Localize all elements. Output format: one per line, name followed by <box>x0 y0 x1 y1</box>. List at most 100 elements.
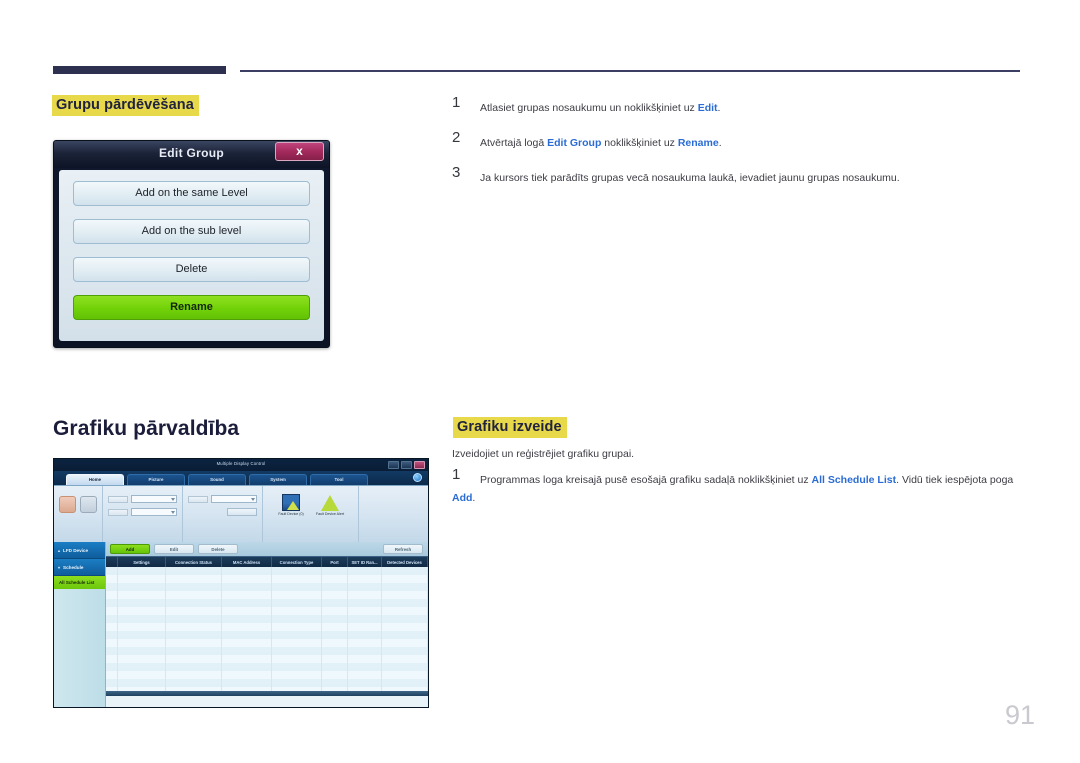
delete-button[interactable]: Delete <box>73 257 310 282</box>
tab-system[interactable]: System <box>249 474 307 485</box>
step-text: Programmas loga kreisajā pusē esošajā gr… <box>452 474 1014 504</box>
grid-column-header[interactable]: SET ID Ran... <box>348 557 382 567</box>
table-cell <box>118 679 166 687</box>
window-controls <box>388 461 425 469</box>
grid-column-header[interactable] <box>106 557 118 567</box>
grid-column-header[interactable]: MAC Address <box>222 557 272 567</box>
tab-home[interactable]: Home <box>66 474 124 485</box>
table-cell <box>382 679 428 687</box>
minimize-icon[interactable] <box>388 461 399 469</box>
table-cell <box>348 583 382 591</box>
ribbon-group-power <box>54 486 103 542</box>
table-cell <box>118 639 166 647</box>
help-icon[interactable] <box>413 473 422 482</box>
table-cell <box>382 623 428 631</box>
fault-device-item[interactable]: Fault Device (0) <box>274 493 308 517</box>
steps-rename-list: 1 Atlasiet grupas nosaukumu un noklikšķi… <box>452 94 1027 203</box>
table-cell <box>118 631 166 639</box>
table-row[interactable] <box>106 583 428 591</box>
table-row[interactable] <box>106 607 428 615</box>
table-row[interactable] <box>106 631 428 639</box>
table-row[interactable] <box>106 655 428 663</box>
grid-column-header[interactable]: Detected Devices <box>382 557 428 567</box>
sidebar-item-lfd-device[interactable]: ▴ LFD Device <box>54 542 105 559</box>
table-row[interactable] <box>106 575 428 583</box>
table-row[interactable] <box>106 567 428 575</box>
table-cell <box>382 671 428 679</box>
input-select[interactable] <box>131 495 177 503</box>
table-cell <box>382 631 428 639</box>
table-row[interactable] <box>106 599 428 607</box>
sidebar-item-all-schedule-list[interactable]: All Schedule List <box>54 576 105 589</box>
table-cell <box>322 655 348 663</box>
tab-picture[interactable]: Picture <box>127 474 185 485</box>
header-rule-thin <box>240 70 1020 72</box>
step-item: 1 Programmas loga kreisajā pusē esošajā … <box>452 466 1027 506</box>
table-cell <box>348 679 382 687</box>
add-sub-level-button[interactable]: Add on the sub level <box>73 219 310 244</box>
close-icon[interactable] <box>414 461 425 469</box>
table-cell <box>348 671 382 679</box>
power-on-icon[interactable] <box>59 496 76 513</box>
chevron-down-icon: ▾ <box>58 564 61 570</box>
table-cell <box>118 575 166 583</box>
table-cell <box>382 583 428 591</box>
table-cell <box>222 647 272 655</box>
channel-select[interactable] <box>131 508 177 516</box>
rename-button[interactable]: Rename <box>73 295 310 320</box>
table-cell <box>322 567 348 575</box>
table-cell <box>106 599 118 607</box>
sidebar-item-schedule[interactable]: ▾ Schedule <box>54 559 105 576</box>
volume-select[interactable] <box>211 495 257 503</box>
chevron-up-icon: ▴ <box>58 547 61 553</box>
table-cell <box>166 671 222 679</box>
table-cell <box>166 567 222 575</box>
grid-column-header[interactable]: Connection Status <box>166 557 222 567</box>
grid-column-header[interactable]: Settings <box>118 557 166 567</box>
refresh-button[interactable]: Refresh <box>383 544 423 554</box>
close-icon[interactable]: x <box>275 142 324 161</box>
table-row[interactable] <box>106 623 428 631</box>
table-cell <box>166 623 222 631</box>
ribbon-group-volume <box>183 486 263 542</box>
table-cell <box>222 623 272 631</box>
table-row[interactable] <box>106 615 428 623</box>
table-cell <box>272 647 322 655</box>
heading-grafiku-izveide: Grafiku izveide <box>453 417 567 438</box>
table-cell <box>322 615 348 623</box>
table-row[interactable] <box>106 639 428 647</box>
power-off-icon[interactable] <box>80 496 97 513</box>
table-row[interactable] <box>106 679 428 687</box>
tab-sound[interactable]: Sound <box>188 474 246 485</box>
app-main-area: ▴ LFD Device ▾ Schedule All Schedule Lis… <box>54 542 428 707</box>
sidebar-item-label: LFD Device <box>63 547 89 553</box>
table-cell <box>348 607 382 615</box>
grid-column-header[interactable]: Connection Type <box>272 557 322 567</box>
table-cell <box>348 591 382 599</box>
table-cell <box>118 567 166 575</box>
step-text: Atlasiet grupas nosaukumu un noklikšķini… <box>480 102 721 114</box>
mute-button[interactable] <box>227 508 257 516</box>
table-cell <box>222 607 272 615</box>
fault-device-alert-item[interactable]: Fault Device Alert <box>313 493 347 517</box>
table-row[interactable] <box>106 663 428 671</box>
edit-button[interactable]: Edit <box>154 544 194 554</box>
table-row[interactable] <box>106 591 428 599</box>
maximize-icon[interactable] <box>401 461 412 469</box>
tab-tool[interactable]: Tool <box>310 474 368 485</box>
app-content: Add Edit Delete Refresh Settings Connecti… <box>106 542 428 707</box>
table-cell <box>272 663 322 671</box>
header-rule-thick <box>53 66 226 74</box>
table-cell <box>382 567 428 575</box>
delete-button[interactable]: Delete <box>198 544 238 554</box>
grid-column-header[interactable]: Port <box>322 557 348 567</box>
table-cell <box>322 591 348 599</box>
add-same-level-button[interactable]: Add on the same Level <box>73 181 310 206</box>
volume-label <box>188 495 208 503</box>
table-row[interactable] <box>106 671 428 679</box>
table-cell <box>166 599 222 607</box>
table-cell <box>322 639 348 647</box>
table-row[interactable] <box>106 647 428 655</box>
table-cell <box>348 567 382 575</box>
add-button[interactable]: Add <box>110 544 150 554</box>
